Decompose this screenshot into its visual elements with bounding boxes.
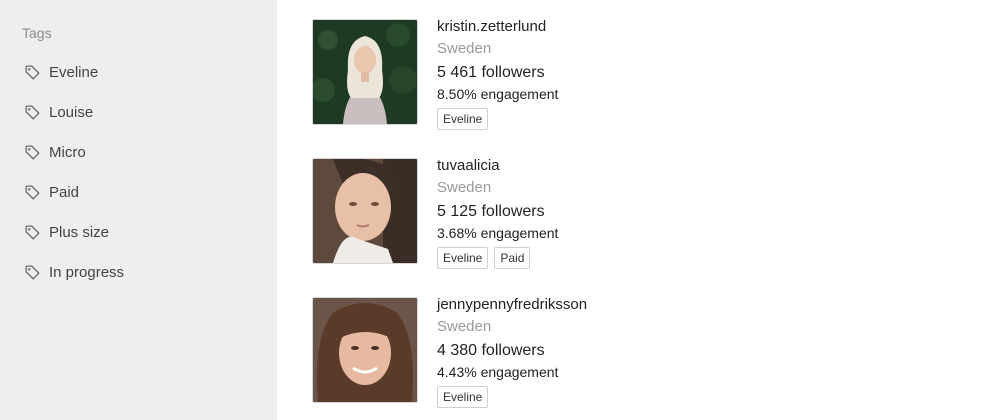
sidebar-item-eveline[interactable]: Eveline <box>0 52 277 92</box>
tag-chip[interactable]: Eveline <box>437 108 489 130</box>
country: Sweden <box>437 179 492 196</box>
sidebar-item-label: Micro <box>49 143 86 161</box>
tag-icon <box>24 104 41 121</box>
influencer-info: jennypennyfredriksson Sweden 4 380 follo… <box>437 297 587 408</box>
app: Tags Eveline Louise Micro Paid Plus size… <box>0 0 996 420</box>
engagement-rate: 3.68% engagement <box>437 225 559 241</box>
country: Sweden <box>437 40 492 57</box>
sidebar: Tags Eveline Louise Micro Paid Plus size… <box>0 0 277 420</box>
influencer-card[interactable]: jennypennyfredriksson Sweden 4 380 follo… <box>312 297 587 408</box>
influencer-list: kristin.zetterlund Sweden 5 461 follower… <box>277 0 996 420</box>
tag-chips: Eveline Paid <box>437 247 558 269</box>
followers-count: 4 380 followers <box>437 342 545 359</box>
sidebar-item-label: In progress <box>49 263 125 281</box>
username[interactable]: jennypennyfredriksson <box>437 297 587 317</box>
sidebar-item-in-progress[interactable]: In progress <box>0 252 277 292</box>
tag-chip[interactable]: Eveline <box>437 247 489 269</box>
engagement-rate: 8.50% engagement <box>437 86 559 102</box>
username[interactable]: tuvaalicia <box>437 158 558 178</box>
tag-icon <box>24 224 41 241</box>
tag-icon <box>24 264 41 281</box>
engagement-rate: 4.43% engagement <box>437 364 559 380</box>
tag-list: Eveline Louise Micro Paid Plus size In p… <box>0 52 277 292</box>
followers-count: 5 461 followers <box>437 64 545 81</box>
tag-chips: Eveline <box>437 386 587 408</box>
sidebar-item-louise[interactable]: Louise <box>0 92 277 132</box>
influencer-info: kristin.zetterlund Sweden 5 461 follower… <box>437 19 559 130</box>
tag-icon <box>24 184 41 201</box>
sidebar-title: Tags <box>22 25 52 41</box>
avatar[interactable] <box>312 158 418 264</box>
sidebar-item-label: Paid <box>49 183 80 201</box>
influencer-card[interactable]: tuvaalicia Sweden 5 125 followers 3.68% … <box>312 158 559 269</box>
sidebar-item-paid[interactable]: Paid <box>0 172 277 212</box>
influencer-info: tuvaalicia Sweden 5 125 followers 3.68% … <box>437 158 559 269</box>
tag-chip[interactable]: Paid <box>494 247 531 269</box>
tag-chip[interactable]: Eveline <box>437 386 489 408</box>
tag-icon <box>24 64 41 81</box>
avatar[interactable] <box>312 19 418 125</box>
username[interactable]: kristin.zetterlund <box>437 19 558 39</box>
avatar[interactable] <box>312 297 418 403</box>
sidebar-item-label: Plus size <box>49 223 110 241</box>
sidebar-item-plus-size[interactable]: Plus size <box>0 212 277 252</box>
influencer-card[interactable]: kristin.zetterlund Sweden 5 461 follower… <box>312 19 559 130</box>
sidebar-item-label: Eveline <box>49 63 99 81</box>
country: Sweden <box>437 318 492 335</box>
tag-chips: Eveline <box>437 108 558 130</box>
tag-icon <box>24 144 41 161</box>
sidebar-item-label: Louise <box>49 103 94 121</box>
followers-count: 5 125 followers <box>437 203 545 220</box>
sidebar-item-micro[interactable]: Micro <box>0 132 277 172</box>
